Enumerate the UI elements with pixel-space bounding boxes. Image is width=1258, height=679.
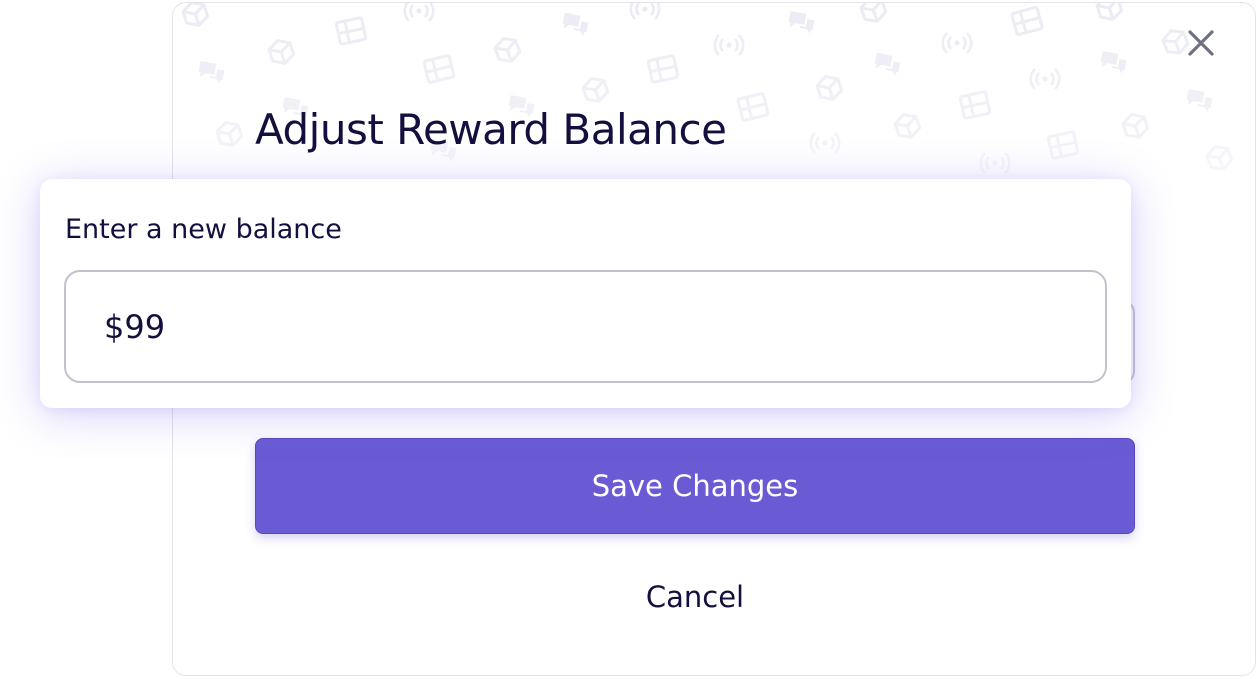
close-button[interactable]: [1185, 27, 1217, 59]
balance-input[interactable]: [64, 270, 1107, 383]
modal-title: Adjust Reward Balance: [255, 105, 727, 154]
save-changes-button[interactable]: Save Changes: [255, 438, 1135, 534]
balance-field-label: Enter a new balance: [65, 214, 342, 245]
cancel-button[interactable]: Cancel: [255, 569, 1135, 625]
close-icon: [1188, 30, 1214, 56]
balance-popover: Enter a new balance: [40, 179, 1131, 408]
screen: Adjust Reward Balance Save Changes Cance…: [0, 0, 1258, 679]
